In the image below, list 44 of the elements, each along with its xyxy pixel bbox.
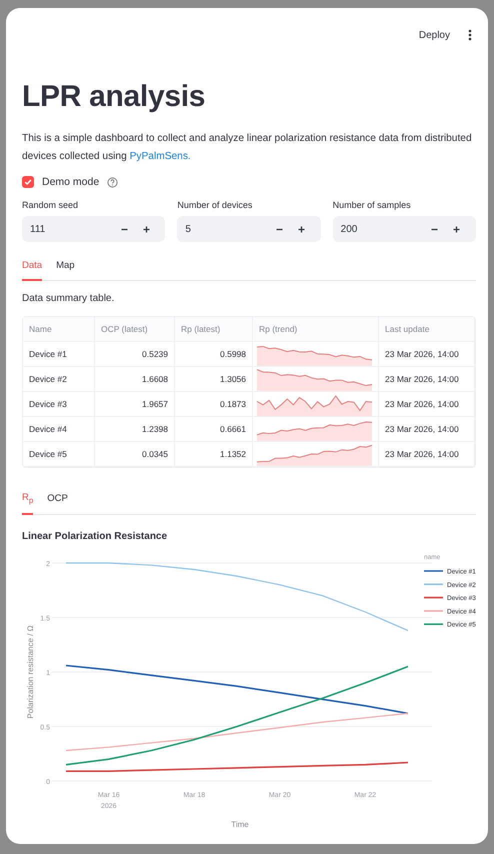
y-axis-title: Polarization resistance / Ω xyxy=(26,625,35,718)
table-cell: Device #1 xyxy=(23,342,95,367)
demo-mode-checkbox[interactable] xyxy=(22,176,34,188)
x-axis-title: Time xyxy=(231,820,249,829)
table-cell: Device #2 xyxy=(23,367,95,392)
table-cell: 23 Mar 2026, 14:00 xyxy=(379,417,475,442)
field-label: Random seed xyxy=(22,200,80,210)
table-cell: 1.1352 xyxy=(175,442,253,467)
table-cell: 23 Mar 2026, 14:00 xyxy=(379,392,475,417)
tab[interactable]: Map xyxy=(56,256,75,281)
field-label: Number of samples xyxy=(332,200,412,210)
table-caption: Data summary table. xyxy=(22,293,116,304)
menu-icon[interactable] xyxy=(468,29,472,41)
number-field[interactable]: 200 xyxy=(332,216,476,242)
table-cell: Device #3 xyxy=(23,392,95,417)
plus-icon xyxy=(453,226,460,232)
field-label: Number of devices xyxy=(177,200,254,210)
table-cell: Device #5 xyxy=(23,442,95,467)
checkbox-label: Demo mode xyxy=(42,176,100,188)
table-cell: 23 Mar 2026, 14:00 xyxy=(379,367,475,392)
table-cell: 1.2398 xyxy=(95,417,175,442)
page-title: LPR analysis xyxy=(22,80,206,114)
help-icon[interactable] xyxy=(107,176,118,188)
deploy-button[interactable]: Deploy xyxy=(414,28,454,42)
pypalmsens-link[interactable]: PyPalmSens. xyxy=(130,151,191,162)
table-cell: 0.1873 xyxy=(175,392,253,417)
table-cell: 1.6608 xyxy=(95,367,175,392)
table-cell: 0.5239 xyxy=(95,342,175,367)
table-cell: 1.3056 xyxy=(175,367,253,392)
table-cell: 0.6661 xyxy=(175,417,253,442)
table-cell: Device #4 xyxy=(23,417,95,442)
tab[interactable]: OCP xyxy=(47,488,68,515)
table-cell: 1.9657 xyxy=(95,392,175,417)
table-cell: 0.0345 xyxy=(95,442,175,467)
intro-text: This is a simple dashboard to collect and analyze linear polarization resistance data from distributed devices collected using PyPalmSens. xyxy=(22,132,473,164)
table-cell: 0.5998 xyxy=(175,342,253,367)
number-field[interactable]: 5 xyxy=(177,216,321,242)
table-cell: 23 Mar 2026, 14:00 xyxy=(379,342,475,367)
chart-title: Linear Polarization Resistance xyxy=(22,530,168,542)
plus-icon xyxy=(298,226,306,232)
number-field[interactable]: 111 xyxy=(22,216,166,242)
table-cell: 23 Mar 2026, 14:00 xyxy=(379,442,475,467)
checkmark-icon xyxy=(24,178,32,186)
plus-icon xyxy=(142,226,150,232)
